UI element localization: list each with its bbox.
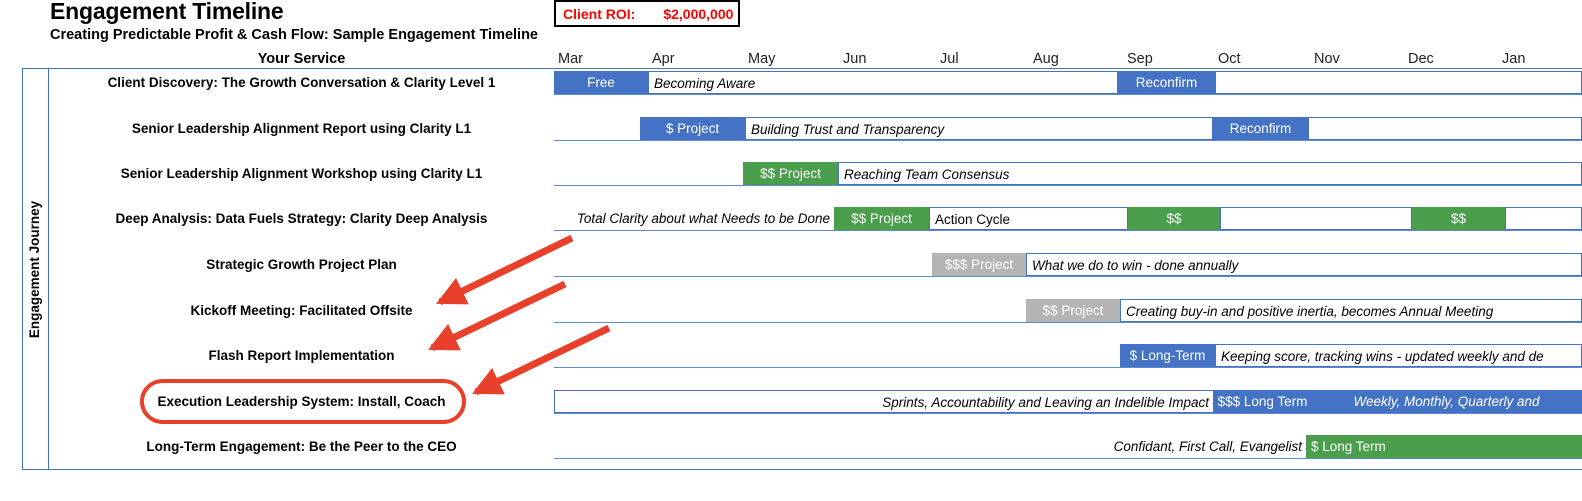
engagement-timeline-chart: Engagement Timeline Creating Predictable… [0,0,1582,501]
month-label-nov: Nov [1314,51,1340,67]
timeline-bar-segment: Reaching Team Consensus [838,162,1582,185]
timeline-row: Long-Term Engagement: Be the Peer to the… [0,435,1582,459]
timeline-bar-segment: $$ Project [834,207,929,230]
timeline-bar-segment: Confidant, First Call, Evangelist [1113,439,1302,454]
timeline-bar-segment [1308,117,1582,140]
timeline-bar-segment [1220,207,1412,230]
row-service-label: Strategic Growth Project Plan [206,257,397,272]
timeline-row: Flash Report Implementation $ Long-Term Ke… [0,344,1582,368]
timeline-bar-segment: Action Cycle [929,207,1128,230]
timeline-row: Client Discovery: The Growth Conversatio… [0,71,1582,95]
row-service-label: Long-Term Engagement: Be the Peer to the… [146,439,457,454]
month-label-aug: Aug [1033,51,1059,67]
row-baseline [554,94,1582,95]
row-service-label: Client Discovery: The Growth Conversatio… [107,75,496,90]
timeline-bar-segment: $ Long Term [1306,435,1582,458]
client-roi-box: Client ROI: $2,000,000 [554,0,740,27]
timeline-bar-segment: Building Trust and Transparency [745,117,1213,140]
timeline-row: Senior Leadership Alignment Workshop usi… [0,162,1582,186]
timeline-bar-segment: $ Project [640,117,745,140]
page-subtitle: Creating Predictable Profit & Cash Flow:… [50,27,539,43]
month-label-may: May [748,51,776,67]
month-label-dec: Dec [1408,51,1434,67]
row-service-label: Kickoff Meeting: Facilitated Offsite [190,303,413,318]
row-baseline [554,367,1582,368]
timeline-bar-segment: $ Long-Term [1120,344,1215,367]
row-baseline [554,413,1582,414]
month-label-mar: Mar [558,51,583,67]
row-baseline [554,322,1582,323]
timeline-bar-segment: Weekly, Monthly, Quarterly and [1311,390,1582,413]
client-roi-value: $2,000,000 [663,5,734,22]
timeline-bar-segment: Total Clarity about what Needs to be Don… [576,211,830,226]
page-title: Engagement Timeline [50,0,284,24]
timeline-bar-segment: Sprints, Accountability and Leaving an I… [554,390,1214,413]
timeline-bar-segment: Reconfirm [1213,117,1308,140]
timeline-row: Senior Leadership Alignment Report using… [0,117,1582,141]
month-label-jan: Jan [1502,51,1526,67]
timeline-bar-segment: Becoming Aware [648,71,1118,94]
row-service-label: Deep Analysis: Data Fuels Strategy: Clar… [115,211,488,226]
client-roi-label: Client ROI: [563,5,636,22]
month-label-apr: Apr [652,51,675,67]
timeline-row: Strategic Growth Project Plan $$$ Project… [0,253,1582,277]
service-column-header: Your Service [257,51,346,67]
timeline-bar-segment: $$ Project [1026,299,1120,322]
timeline-bar-segment [1505,207,1582,230]
row-baseline [554,140,1582,141]
timeline-bar-segment: Creating buy-in and positive inertia, be… [1120,299,1582,322]
row-baseline [554,276,1582,277]
highlight-ellipse-annotation [140,379,466,424]
timeline-row: Deep Analysis: Data Fuels Strategy: Clar… [0,207,1582,231]
row-service-label: Senior Leadership Alignment Workshop usi… [120,166,483,181]
timeline-bar-segment: Free [554,71,648,94]
timeline-bar-segment: Reconfirm [1118,71,1215,94]
row-service-label: Flash Report Implementation [208,348,395,363]
timeline-bar-segment: What we do to win - done annually [1026,253,1582,276]
month-label-jul: Jul [940,51,959,67]
month-label-jun: Jun [843,51,867,67]
row-service-label: Senior Leadership Alignment Report using… [131,121,472,136]
timeline-bar-segment [1215,71,1582,94]
timeline-bar-segment: $$$ Project [932,253,1026,276]
timeline-bar-segment: $$ Project [743,162,838,185]
timeline-bar-segment: Keeping score, tracking wins - updated w… [1215,344,1582,367]
timeline-row: Kickoff Meeting: Facilitated Offsite $$ P… [0,299,1582,323]
timeline-bar-segment: $$ [1412,207,1505,230]
month-label-oct: Oct [1218,51,1241,67]
row-baseline [554,185,1582,186]
timeline-bar-segment: $$$ Long Term [1214,390,1311,413]
row-baseline [554,230,1582,231]
row-baseline [554,458,1582,459]
timeline-bar-segment: $$ [1128,207,1220,230]
month-label-sep: Sep [1127,51,1153,67]
